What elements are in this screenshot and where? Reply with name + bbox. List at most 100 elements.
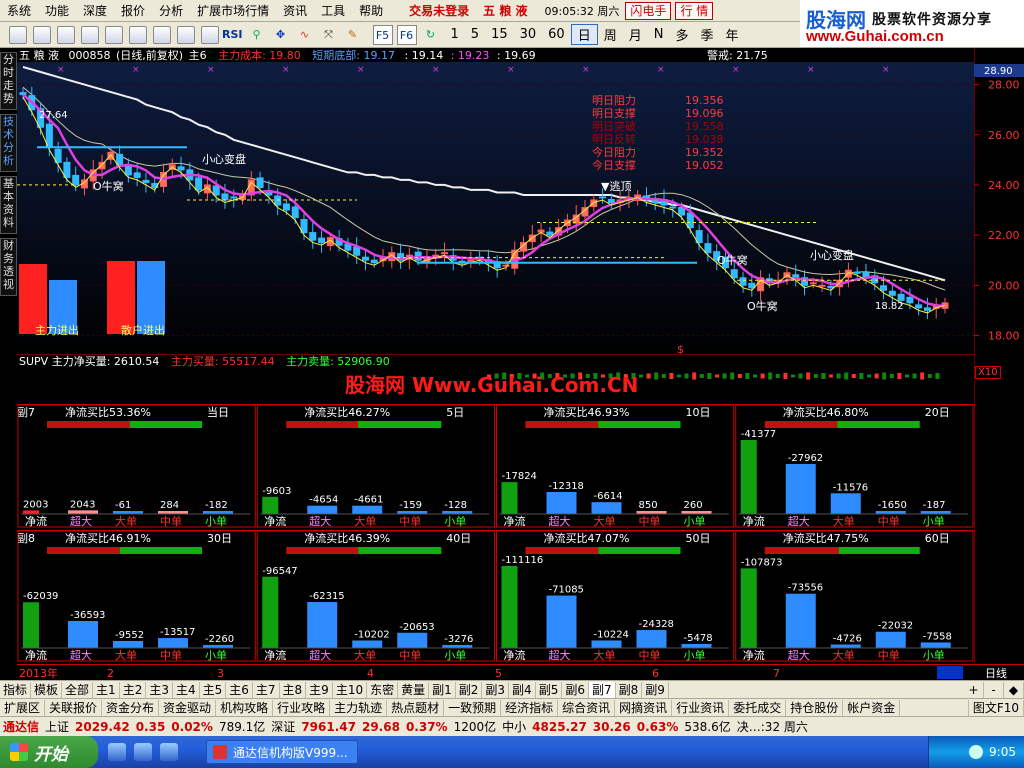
sidetab-intraday[interactable]: 分时走势 [0, 52, 17, 110]
rsi-icon[interactable]: RSI [222, 25, 243, 45]
tab-main7[interactable]: 主7 [253, 681, 280, 698]
tab-main8[interactable]: 主8 [280, 681, 307, 698]
desktop-icon[interactable] [160, 743, 178, 761]
period-month[interactable]: 月 [623, 25, 648, 44]
zoom-out-button[interactable]: - [984, 681, 1004, 698]
tab-sub8[interactable]: 副8 [616, 681, 643, 698]
kline-svg[interactable]: 主力进出 散户进出 27.64 小心变盘 O牛窝 ▼逃顶 O牛窝 小心变盘 O牛… [17, 48, 974, 354]
tray-icon[interactable] [969, 745, 984, 759]
period-year[interactable]: 年 [720, 25, 745, 44]
tab-main1[interactable]: 主1 [93, 681, 120, 698]
period-multi[interactable]: 多 [669, 25, 694, 44]
nav-economic[interactable]: 经济指标 [501, 699, 559, 716]
tab-sub4[interactable]: 副4 [509, 681, 536, 698]
menu-quote[interactable]: 报价 [114, 0, 152, 22]
period-day[interactable]: 日 [570, 24, 598, 45]
nav-hot-topic[interactable]: 热点题材 [387, 699, 445, 716]
nav-main-track[interactable]: 主力轨迹 [330, 699, 388, 716]
sidetab-fundamentals[interactable]: 基本资料 [0, 176, 17, 234]
tab-dongmi[interactable]: 东密 [367, 681, 399, 698]
f10-icon[interactable] [153, 25, 171, 44]
tab-sub5[interactable]: 副5 [536, 681, 563, 698]
f6-icon[interactable]: F6 [396, 24, 417, 45]
menu-system[interactable]: 系统 [0, 0, 38, 22]
menu-analysis[interactable]: 分析 [152, 0, 190, 22]
diamond-icon[interactable]: ◆ [1004, 681, 1024, 698]
list-icon[interactable] [177, 25, 195, 44]
tab-sub6[interactable]: 副6 [562, 681, 589, 698]
main-kline-chart[interactable]: 主力进出 散户进出 27.64 小心变盘 O牛窝 ▼逃顶 O牛窝 小心变盘 O牛… [17, 48, 974, 354]
menu-news[interactable]: 资讯 [276, 0, 314, 22]
tab-template[interactable]: 模板 [31, 681, 63, 698]
forward-icon[interactable] [57, 25, 75, 44]
menu-tools[interactable]: 工具 [314, 0, 352, 22]
refresh-icon[interactable]: ↻ [421, 25, 441, 45]
flash-trade-button[interactable]: 闪电手 [625, 1, 672, 20]
pan-icon[interactable]: ✥ [271, 25, 291, 45]
period-15min[interactable]: 15 [485, 27, 514, 42]
tab-main3[interactable]: 主3 [146, 681, 173, 698]
nav-consensus[interactable]: 一致预期 [444, 699, 502, 716]
login-status[interactable]: 交易未登录 [402, 0, 476, 22]
pencil-icon[interactable]: ✎ [343, 25, 363, 45]
panel-fu7[interactable]: 副7 净流买比53.36% 当日 2003 净流 2043 超大 -61 大单 284 中单 -18… [17, 403, 974, 530]
panel-fu8[interactable]: 副8 净流买比46.91% 30日 -62039 净流 -36593 超大 -9552 大单 -… [17, 529, 974, 664]
nav-fund-driver[interactable]: 资金驱动 [159, 699, 217, 716]
tab-all[interactable]: 全部 [62, 681, 94, 698]
nav-industry-news[interactable]: 行业资讯 [672, 699, 730, 716]
zoom-icon[interactable]: ⚲ [247, 25, 267, 45]
arrow-left-icon[interactable] [9, 25, 27, 44]
menu-depth[interactable]: 深度 [76, 0, 114, 22]
nav-orders[interactable]: 委托成交 [729, 699, 787, 716]
menu-extended-market[interactable]: 扩展市场行情 [190, 0, 276, 22]
tab-main5[interactable]: 主5 [200, 681, 227, 698]
sidetab-technical[interactable]: 技术分析 [0, 114, 17, 172]
tab-main9[interactable]: 主9 [306, 681, 333, 698]
tab-sub1[interactable]: 副1 [429, 681, 456, 698]
nav-industry-strategy[interactable]: 行业攻略 [273, 699, 331, 716]
tab-main6[interactable]: 主6 [226, 681, 253, 698]
ie-icon[interactable] [108, 743, 126, 761]
document-icon[interactable] [129, 25, 147, 44]
tab-indicator[interactable]: 指标 [0, 681, 32, 698]
period-quarter[interactable]: 季 [695, 25, 720, 44]
tab-sub2[interactable]: 副2 [456, 681, 483, 698]
table-icon[interactable] [201, 25, 219, 44]
period-n[interactable]: N [648, 27, 670, 42]
timeline-scroll-thumb[interactable] [937, 666, 963, 679]
quote-button[interactable]: 行 情 [675, 1, 714, 20]
period-5min[interactable]: 5 [465, 27, 485, 42]
media-icon[interactable] [134, 743, 152, 761]
menu-help[interactable]: 帮助 [352, 0, 390, 22]
nav-web-news[interactable]: 网摘资讯 [615, 699, 673, 716]
period-week[interactable]: 周 [598, 25, 623, 44]
tab-sub3[interactable]: 副3 [482, 681, 510, 698]
grid-icon[interactable] [81, 25, 99, 44]
nav-extension[interactable]: 扩展区 [0, 699, 46, 716]
window-icon[interactable] [105, 25, 123, 44]
nav-f10[interactable]: 图文F10 [967, 699, 1024, 716]
tab-sub9[interactable]: 副9 [642, 681, 669, 698]
nav-positions[interactable]: 持仓股份 [786, 699, 844, 716]
sidetab-financials[interactable]: 财务透视 [0, 238, 17, 296]
zoom-in-button[interactable]: + [964, 681, 984, 698]
tab-sub7[interactable]: 副7 [588, 681, 616, 698]
tab-huangliang[interactable]: 黄量 [398, 681, 430, 698]
arrow-cross-icon[interactable]: ⤧ [319, 25, 339, 45]
start-button[interactable]: 开始 [0, 736, 98, 768]
nav-general-news[interactable]: 综合资讯 [558, 699, 616, 716]
nav-account[interactable]: 帐户资金 [843, 699, 901, 716]
nav-related-quote[interactable]: 关联报价 [45, 699, 103, 716]
period-1min[interactable]: 1 [445, 27, 465, 42]
menu-function[interactable]: 功能 [38, 0, 76, 22]
taskbar-app-button[interactable]: 通达信机构版V999... [206, 740, 358, 764]
nav-institution-strategy[interactable]: 机构攻略 [216, 699, 274, 716]
nav-fund-distribution[interactable]: 资金分布 [102, 699, 160, 716]
line-chart-icon[interactable]: ∿ [295, 25, 315, 45]
tab-main10[interactable]: 主10 [333, 681, 368, 698]
period-30min[interactable]: 30 [514, 27, 543, 42]
tab-main4[interactable]: 主4 [173, 681, 200, 698]
tab-main2[interactable]: 主2 [120, 681, 147, 698]
f5-icon[interactable]: F5 [372, 24, 393, 45]
back-icon[interactable] [33, 25, 51, 44]
